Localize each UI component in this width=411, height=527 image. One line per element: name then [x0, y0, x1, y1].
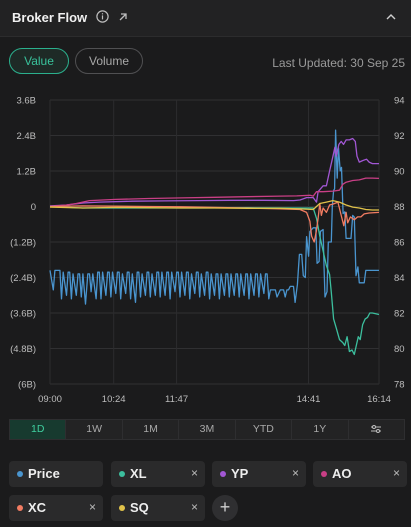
chart-settings-button[interactable]: [349, 420, 404, 439]
y-right-tick-label: 94: [394, 96, 405, 107]
range-button-3m[interactable]: 3M: [179, 420, 236, 439]
series-chip-label: XL: [130, 466, 147, 481]
external-link-icon[interactable]: [117, 11, 129, 23]
y-right-tick-label: 84: [394, 273, 405, 284]
series-chip-xl[interactable]: XL ×: [111, 461, 205, 487]
series-chip-yp[interactable]: YP ×: [212, 461, 306, 487]
x-tick-label: 11:47: [165, 394, 188, 405]
volume-toggle-button[interactable]: Volume: [75, 48, 143, 74]
y-left-tick-label: 2.4B: [16, 131, 36, 142]
series-color-dot: [321, 471, 327, 477]
series-color-dot: [17, 505, 23, 511]
y-right-tick-label: 82: [394, 309, 405, 320]
series-chip-label: YP: [231, 466, 249, 481]
y-left-tick-label: 3.6B: [16, 96, 36, 107]
series-chip-label: Price: [28, 466, 60, 481]
time-range-selector: 1D 1W 1M 3M YTD 1Y: [9, 419, 405, 440]
x-tick-label: 10:24: [102, 394, 126, 405]
series-chip-price[interactable]: Price: [9, 461, 103, 487]
series-chip-xc[interactable]: XC ×: [9, 495, 103, 521]
y-right-tick-label: 86: [394, 238, 405, 249]
close-icon[interactable]: ×: [292, 466, 299, 480]
y-right-tick-label: 88: [394, 202, 405, 213]
close-icon[interactable]: ×: [89, 500, 96, 514]
series-chip-label: SQ: [130, 500, 149, 515]
series-chip-label: XC: [28, 500, 47, 515]
close-icon[interactable]: ×: [191, 466, 198, 480]
close-icon[interactable]: ×: [393, 466, 400, 480]
y-left-tick-label: 1.2B: [16, 167, 36, 178]
series-chip-sq[interactable]: SQ ×: [111, 495, 205, 521]
y-left-tick-label: (4.8B): [10, 344, 36, 355]
x-tick-label: 16:14: [367, 394, 391, 405]
last-updated-text: Last Updated: 30 Sep 25: [272, 56, 405, 70]
y-left-tick-label: (2.4B): [10, 273, 36, 284]
range-button-1d[interactable]: 1D: [10, 420, 67, 439]
info-icon[interactable]: [96, 10, 109, 23]
y-right-tick-label: 78: [394, 380, 405, 391]
range-button-1w[interactable]: 1W: [66, 420, 123, 439]
series-line-yp: [49, 137, 379, 207]
series-chip-label: AO: [332, 466, 352, 481]
add-series-button[interactable]: +: [212, 495, 238, 521]
y-right-tick-label: 90: [394, 167, 405, 178]
broker-flow-chart[interactable]: 3.6B 2.4B 1.2B 0 (1.2B) (2.4B) (3.6B) (4.8B) (6B…: [0, 85, 411, 410]
panel-title: Broker Flow: [12, 10, 88, 25]
y-left-tick-label: (1.2B): [10, 238, 36, 249]
series-chip-ao[interactable]: AO ×: [313, 461, 407, 487]
y-left-tick-label: (3.6B): [10, 309, 36, 320]
range-button-1y[interactable]: 1Y: [292, 420, 349, 439]
y-left-tick-label: 0: [31, 202, 36, 213]
series-color-dot: [119, 505, 125, 511]
range-button-ytd[interactable]: YTD: [236, 420, 293, 439]
y-left-tick-label: (6B): [18, 380, 36, 391]
sliders-icon: [371, 425, 382, 434]
series-color-dot: [119, 471, 125, 477]
x-tick-label: 09:00: [38, 394, 62, 405]
series-color-dot: [220, 471, 226, 477]
y-right-tick-label: 92: [394, 131, 405, 142]
y-right-tick-label: 80: [394, 344, 405, 355]
value-toggle-button[interactable]: Value: [9, 48, 69, 74]
panel-header: Broker Flow: [0, 0, 411, 37]
chevron-up-icon[interactable]: [384, 11, 398, 23]
close-icon[interactable]: ×: [191, 500, 198, 514]
x-tick-label: 14:41: [297, 394, 321, 405]
series-color-dot: [17, 471, 23, 477]
range-button-1m[interactable]: 1M: [123, 420, 180, 439]
